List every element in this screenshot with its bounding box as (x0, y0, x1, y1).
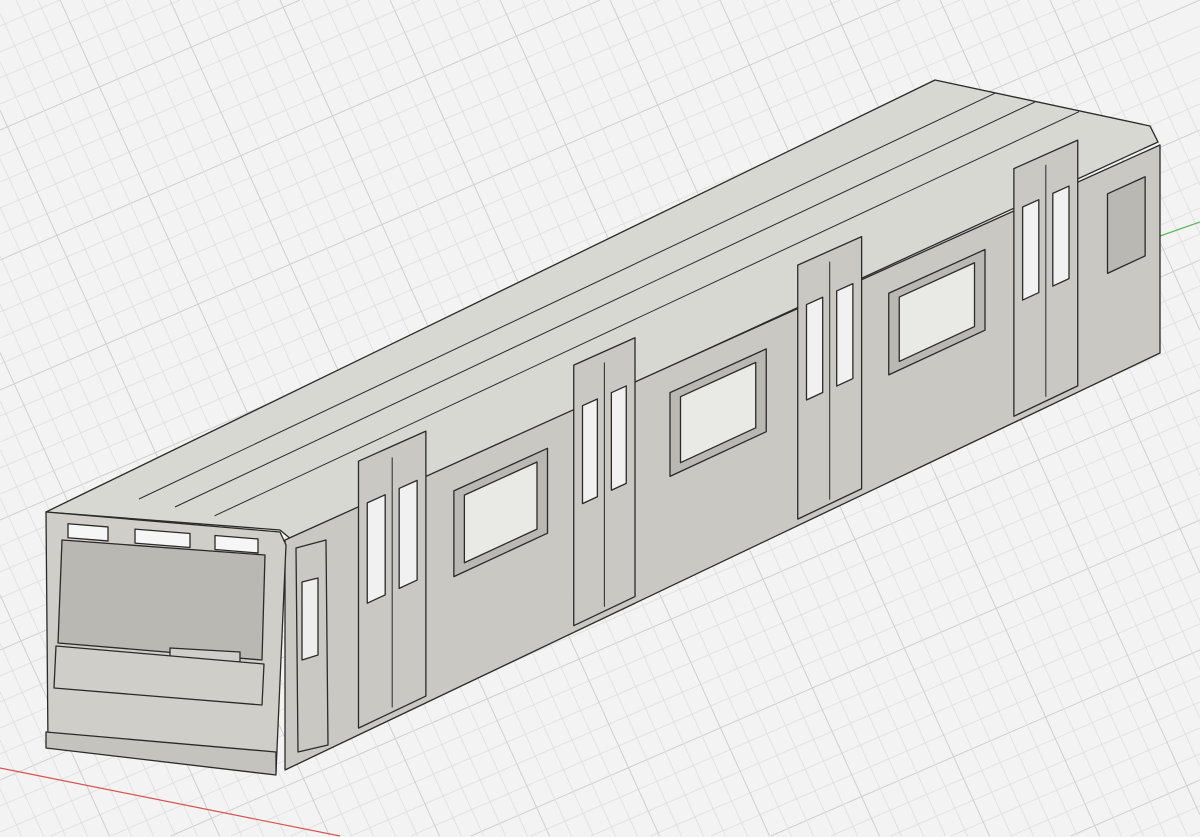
end-door-window (301, 577, 319, 661)
door-window (398, 479, 418, 590)
grid-line (0, 0, 481, 209)
door-window (581, 398, 599, 505)
grid-line (590, 571, 1200, 837)
grid-line (0, 788, 23, 837)
grid-line (0, 0, 61, 27)
grid-line (0, 0, 541, 235)
door-window (610, 385, 627, 491)
model-canvas[interactable] (0, 0, 1200, 837)
grid-line (1190, 831, 1200, 837)
cad-viewport[interactable] (0, 0, 1200, 837)
grid-line (0, 0, 661, 287)
cab-opening (57, 539, 266, 661)
front-window (67, 523, 109, 542)
grid-line (1010, 753, 1200, 837)
door-window (805, 296, 824, 401)
grid-line (0, 739, 45, 837)
x-axis-line (0, 767, 341, 837)
grid-line (1070, 779, 1200, 837)
y-axis-line (1159, 221, 1200, 237)
front-window (214, 534, 259, 554)
small-side-window (1106, 176, 1146, 275)
grid-line (0, 0, 421, 183)
grid-line (0, 0, 241, 105)
grid-line (710, 623, 1200, 837)
door-window (1052, 185, 1070, 287)
door-window (1021, 199, 1040, 301)
door-window (366, 494, 386, 604)
door-window (836, 282, 854, 387)
